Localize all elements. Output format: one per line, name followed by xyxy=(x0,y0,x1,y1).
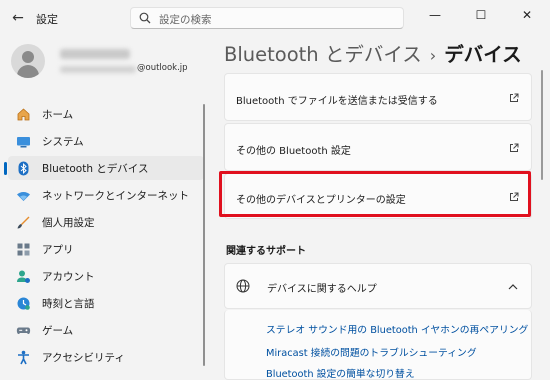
sidebar-item-label: 個人用設定 xyxy=(42,217,95,229)
globe-icon xyxy=(236,279,250,293)
minimize-button[interactable]: — xyxy=(412,0,458,30)
time-language-icon xyxy=(17,297,30,310)
sidebar-item-label: ゲーム xyxy=(42,325,74,337)
content-scrollbar[interactable] xyxy=(541,70,543,180)
accounts-icon xyxy=(17,270,30,283)
sidebar-item-network[interactable]: ネットワークとインターネット xyxy=(8,183,204,207)
active-indicator xyxy=(4,162,7,175)
help-link-bluetooth-toggle[interactable]: Bluetooth 設定の簡単な切り替え xyxy=(266,366,415,380)
sidebar-item-home[interactable]: ホーム xyxy=(8,102,204,126)
sidebar-item-time-language[interactable]: 時刻と言語 xyxy=(8,291,204,315)
sidebar-item-label: Bluetooth とデバイス xyxy=(42,163,149,175)
apps-icon xyxy=(17,243,30,256)
external-link-icon xyxy=(510,93,519,102)
device-help-expander[interactable]: デバイスに関するヘルプ xyxy=(224,263,532,309)
avatar[interactable] xyxy=(11,44,45,78)
section-title: 関連するサポート xyxy=(226,246,306,257)
send-receive-files-link[interactable]: Bluetooth でファイルを送信または受信する xyxy=(224,73,532,121)
sidebar-item-gaming[interactable]: ゲーム xyxy=(8,318,204,342)
more-bluetooth-settings-link[interactable]: その他の Bluetooth 設定 xyxy=(224,123,532,171)
sidebar-item-apps[interactable]: アプリ xyxy=(8,237,204,261)
sidebar-item-label: ホーム xyxy=(42,109,74,121)
help-title: デバイスに関するヘルプ xyxy=(267,284,377,295)
back-arrow-icon[interactable]: ← xyxy=(8,9,28,27)
title-bar: ← 設定 設定の検索 — ☐ ✕ xyxy=(0,0,550,36)
search-input[interactable]: 設定の検索 xyxy=(130,7,404,29)
sidebar-item-label: アプリ xyxy=(42,244,74,256)
search-icon xyxy=(139,12,151,24)
card-label: Bluetooth でファイルを送信または受信する xyxy=(236,96,438,107)
account-name-blurred xyxy=(60,49,130,59)
personalization-icon xyxy=(17,216,30,229)
maximize-button[interactable]: ☐ xyxy=(458,0,504,30)
accessibility-icon xyxy=(18,350,29,365)
search-placeholder: 設定の検索 xyxy=(159,14,212,26)
system-icon xyxy=(17,137,30,148)
network-icon xyxy=(17,192,30,201)
close-button[interactable]: ✕ xyxy=(504,0,550,30)
sidebar-item-label: システム xyxy=(42,136,84,148)
app-title: 設定 xyxy=(36,13,58,26)
sidebar-item-bluetooth[interactable]: Bluetooth とデバイス xyxy=(4,156,204,180)
help-link-miracast[interactable]: Miracast 接続の問題のトラブルシューティング xyxy=(266,345,477,359)
sidebar-item-label: ネットワークとインターネット xyxy=(42,190,189,202)
sidebar-item-system[interactable]: システム xyxy=(8,129,204,153)
account-email-blurred xyxy=(60,66,136,73)
external-link-icon xyxy=(510,143,519,152)
sidebar-scrollbar[interactable] xyxy=(203,104,205,366)
account-email-domain: @outlook.jp xyxy=(137,63,188,73)
page-title: デバイス xyxy=(444,43,522,66)
bluetooth-icon xyxy=(18,161,29,176)
sidebar-item-label: アクセシビリティ xyxy=(42,352,125,364)
home-icon xyxy=(17,108,30,121)
breadcrumb: Bluetooth とデバイス › デバイス xyxy=(224,38,522,67)
sidebar-item-label: アカウント xyxy=(42,271,95,283)
sidebar-item-label: 時刻と言語 xyxy=(42,298,95,310)
highlight-box xyxy=(219,171,531,217)
breadcrumb-parent[interactable]: Bluetooth とデバイス xyxy=(224,43,422,66)
sidebar-item-accounts[interactable]: アカウント xyxy=(8,264,204,288)
help-link-earbuds-repair[interactable]: ステレオ サウンド用の Bluetooth イヤホンの再ペアリング xyxy=(266,322,528,336)
sidebar-item-personalization[interactable]: 個人用設定 xyxy=(8,210,204,234)
card-label: その他の Bluetooth 設定 xyxy=(236,146,351,157)
gaming-icon xyxy=(16,327,31,335)
sidebar-item-accessibility[interactable]: アクセシビリティ xyxy=(8,345,204,369)
breadcrumb-separator: › xyxy=(429,46,437,65)
chevron-up-icon[interactable] xyxy=(508,283,518,290)
